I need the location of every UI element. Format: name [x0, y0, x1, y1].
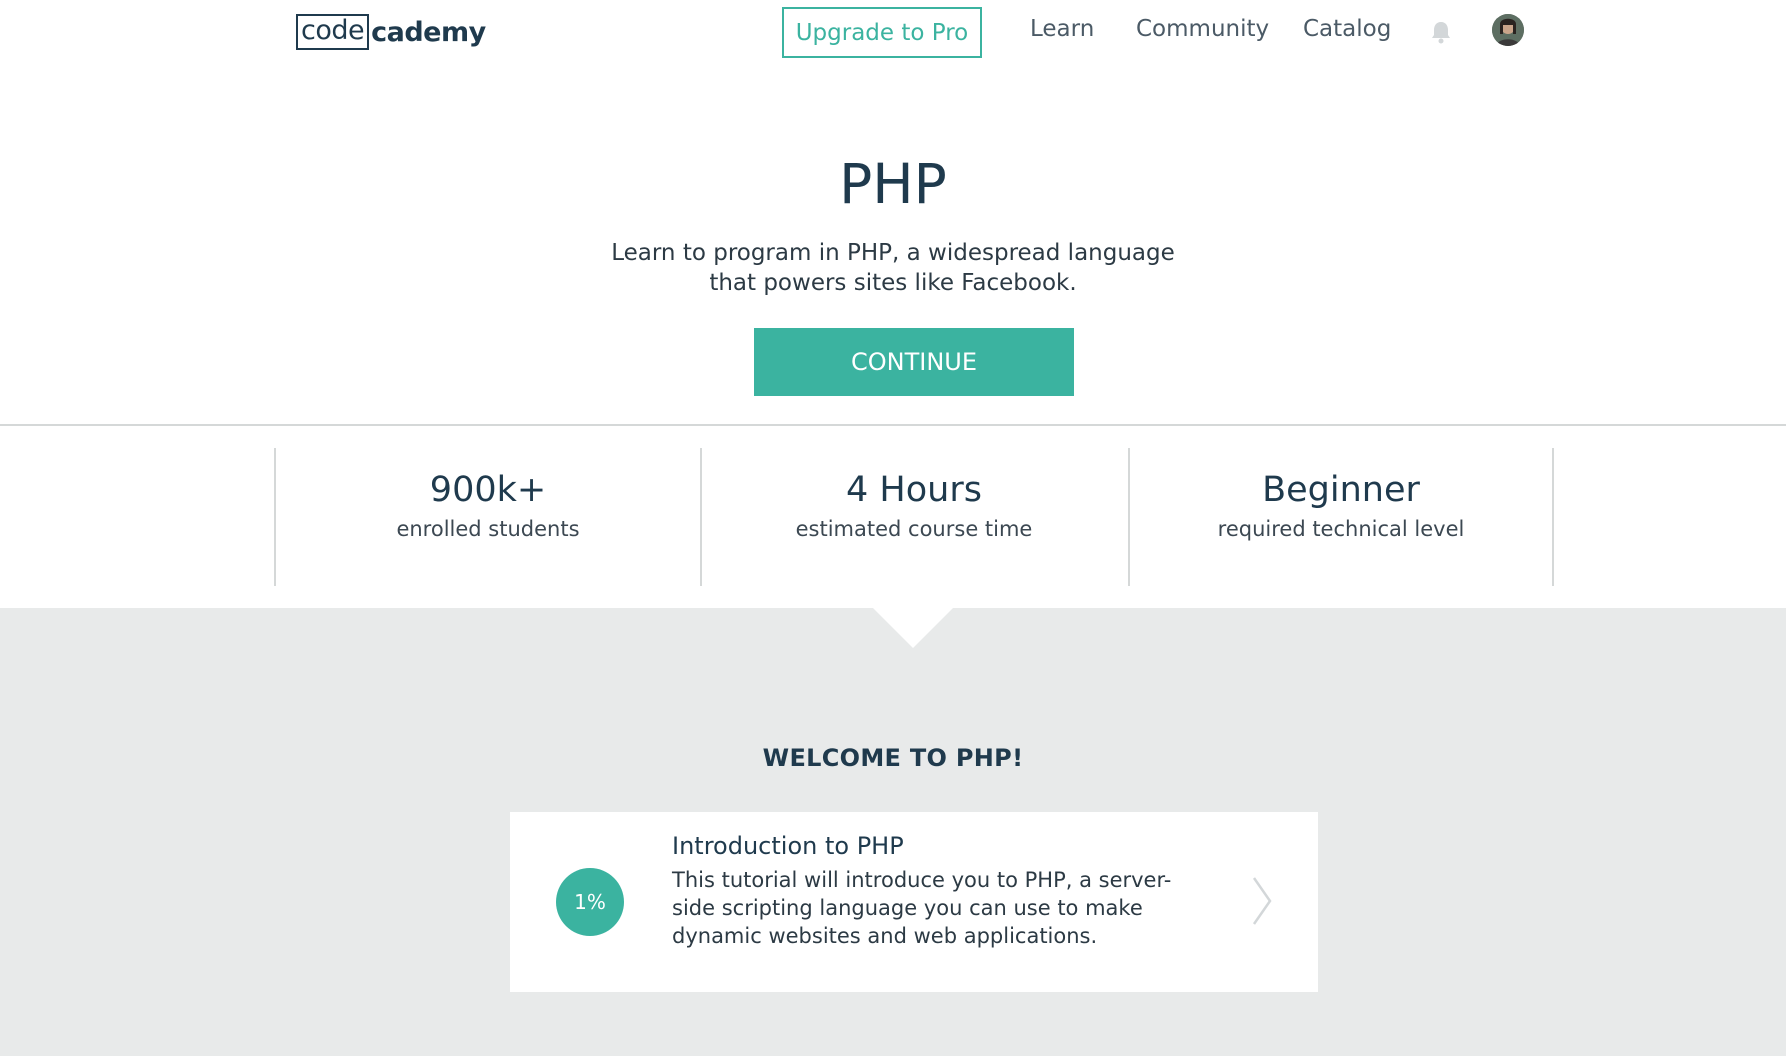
progress-badge: 1%: [556, 868, 624, 936]
stat-label: enrolled students: [396, 517, 580, 541]
logo-rest-text: cademy: [371, 16, 486, 48]
lesson-description: This tutorial will introduce you to PHP,…: [672, 868, 1172, 948]
stat-value: 4 Hours: [846, 470, 982, 510]
lesson-card[interactable]: 1% Introduction to PHP This tutorial wil…: [510, 812, 1318, 992]
logo-boxed-text: code: [296, 14, 370, 50]
stat-enrolled: 900k+ enrolled students: [276, 466, 700, 544]
stat-value: 900k+: [429, 470, 547, 510]
welcome-heading: WELCOME TO PHP!: [762, 744, 1024, 772]
nav-learn[interactable]: Learn: [1030, 16, 1094, 42]
bell-icon[interactable]: [1430, 20, 1452, 44]
page-title: PHP: [839, 152, 947, 216]
nav-catalog[interactable]: Catalog: [1303, 16, 1391, 42]
upgrade-to-pro-button[interactable]: Upgrade to Pro: [782, 7, 982, 58]
stat-course-time: 4 Hours estimated course time: [702, 466, 1126, 544]
chevron-right-icon[interactable]: [1250, 876, 1274, 926]
stat-label: required technical level: [1217, 517, 1465, 541]
user-avatar[interactable]: [1492, 14, 1524, 46]
continue-button[interactable]: CONTINUE: [754, 328, 1074, 396]
stat-label: estimated course time: [795, 517, 1033, 541]
top-nav: code cademy Upgrade to Pro Learn Communit…: [0, 0, 1786, 66]
codecademy-logo[interactable]: code cademy: [296, 14, 486, 50]
divider: [0, 424, 1786, 426]
nav-community[interactable]: Community: [1136, 16, 1269, 42]
stat-level: Beginner required technical level: [1129, 466, 1553, 544]
section-notch: [873, 608, 953, 648]
stat-value: Beginner: [1262, 470, 1420, 510]
page: code cademy Upgrade to Pro Learn Communit…: [0, 0, 1786, 1056]
course-description: Learn to program in PHP, a widespread la…: [611, 240, 1175, 296]
lesson-title: Introduction to PHP: [672, 832, 904, 860]
